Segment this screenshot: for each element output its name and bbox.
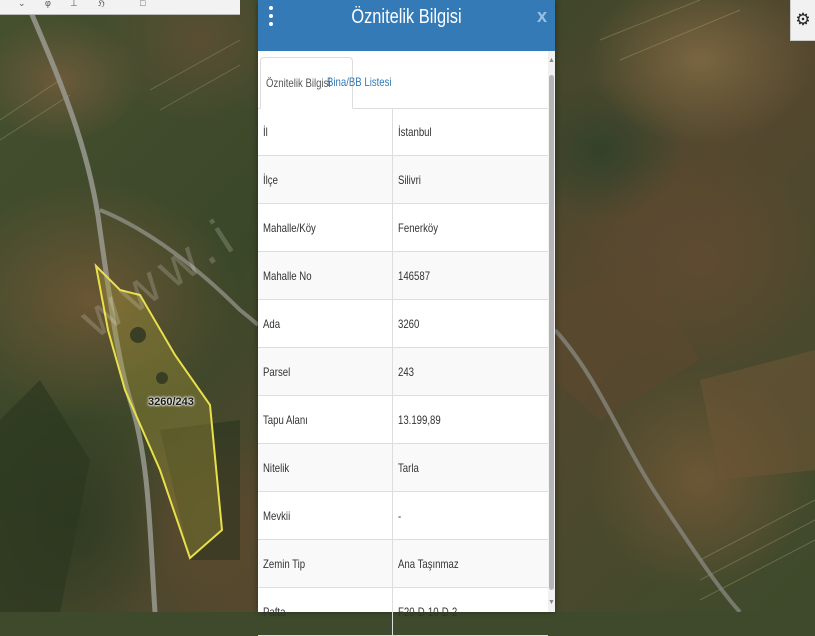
- scroll-down-arrow-icon[interactable]: ▼: [548, 599, 555, 606]
- attribute-panel: Öznitelik Bilgisi x Öznitelik Bilgisi Bi…: [258, 0, 555, 636]
- table-row: Pafta F20-D-10-D-2: [258, 588, 548, 636]
- table-row: Nitelik Tarla: [258, 444, 548, 492]
- attribute-table: İl İstanbul İlçe Silivri Mahalle/Köy Fenerk…: [258, 108, 548, 636]
- parcel-label: 3260/243: [148, 396, 194, 408]
- table-row: İlçe Silivri: [258, 156, 548, 204]
- toolbar-glyph[interactable]: φ: [45, 0, 51, 8]
- toolbar-glyph[interactable]: ℌ: [98, 0, 105, 9]
- toolbar-glyph[interactable]: ⌄: [18, 0, 26, 9]
- panel-title: Öznitelik Bilgisi: [351, 6, 462, 28]
- toolbar-glyph[interactable]: ⊥: [70, 0, 78, 9]
- gear-icon: ⚙: [795, 10, 811, 29]
- settings-button[interactable]: ⚙: [790, 0, 815, 41]
- panel-header: Öznitelik Bilgisi x: [258, 0, 555, 51]
- map-toolbar: ⌄ φ ⊥ ℌ □: [0, 0, 240, 15]
- table-row: Mahalle No 146587: [258, 252, 548, 300]
- parcel-outline[interactable]: [94, 263, 224, 560]
- tab-building-list[interactable]: Bina/BB Listesi: [322, 57, 413, 107]
- kebab-menu-icon[interactable]: [268, 6, 276, 30]
- table-row: Mevkii -: [258, 492, 548, 540]
- table-row: Zemin Tip Ana Taşınmaz: [258, 540, 548, 588]
- toolbar-glyph[interactable]: □: [140, 0, 145, 8]
- panel-tabs: Öznitelik Bilgisi Bina/BB Listesi: [258, 51, 548, 109]
- table-row: Tapu Alanı 13.199,89: [258, 396, 548, 444]
- scroll-up-arrow-icon[interactable]: ▲: [548, 57, 555, 64]
- table-row: Parsel 243: [258, 348, 548, 396]
- table-row: Ada 3260: [258, 300, 548, 348]
- close-button[interactable]: x: [537, 6, 547, 27]
- table-row: Mahalle/Köy Fenerköy: [258, 204, 548, 252]
- table-row: İl İstanbul: [258, 108, 548, 156]
- scrollbar-thumb[interactable]: [549, 75, 554, 590]
